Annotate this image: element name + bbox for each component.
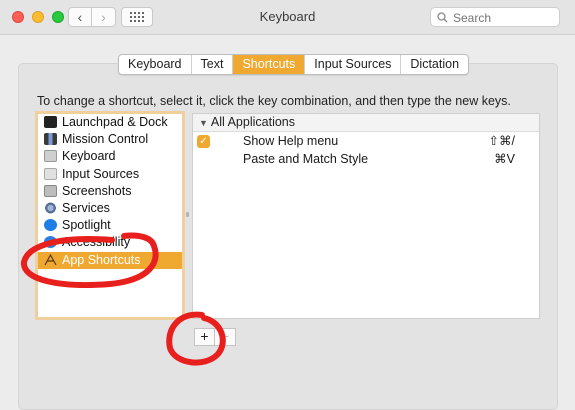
enabled-checkbox[interactable]: ✓ — [197, 135, 210, 148]
instructions-text: To change a shortcut, select it, click t… — [37, 94, 511, 108]
tab-input-sources[interactable]: Input Sources — [305, 55, 402, 74]
category-label: Accessibility — [62, 235, 131, 250]
disclosure-triangle-icon[interactable]: ▼ — [199, 118, 208, 128]
category-input-sources[interactable]: Input Sources — [38, 166, 182, 183]
category-accessibility[interactable]: Accessibility — [38, 234, 182, 251]
accessibility-icon — [44, 236, 57, 249]
mission-control-icon — [44, 133, 57, 146]
add-shortcut-button[interactable]: + — [194, 328, 215, 346]
keyboard-icon — [44, 150, 57, 163]
category-label: Screenshots — [62, 183, 132, 198]
tab-bar: Keyboard Text Shortcuts Input Sources Di… — [118, 54, 470, 75]
category-label: Mission Control — [62, 132, 149, 147]
category-services[interactable]: Services — [38, 200, 182, 217]
category-screenshots[interactable]: Screenshots — [38, 183, 182, 200]
tab-dictation[interactable]: Dictation — [401, 55, 468, 74]
category-label: Spotlight — [62, 218, 111, 233]
tab-shortcuts[interactable]: Shortcuts — [233, 55, 306, 74]
input-sources-icon — [44, 167, 57, 180]
app-shortcuts-icon — [44, 253, 57, 266]
launchpad-icon — [44, 116, 57, 128]
table-row[interactable]: Paste and Match Style ⌘V — [193, 150, 539, 168]
search-input[interactable] — [451, 10, 555, 26]
category-label: Keyboard — [62, 149, 116, 164]
screenshots-icon — [44, 184, 57, 197]
category-mission-control[interactable]: Mission Control — [38, 131, 182, 148]
category-label: Services — [62, 200, 110, 215]
table-row[interactable]: ✓ Show Help menu ⇧⌘/ — [193, 132, 539, 150]
tab-keyboard[interactable]: Keyboard — [119, 55, 192, 74]
group-header-row[interactable]: ▼ All Applications — [193, 114, 539, 132]
group-label: All Applications — [210, 115, 295, 129]
category-keyboard[interactable]: Keyboard — [38, 148, 182, 165]
shortcut-keys[interactable]: ⇧⌘/ — [489, 132, 515, 150]
services-icon — [44, 201, 57, 214]
category-label: App Shortcuts — [62, 252, 141, 267]
search-field[interactable] — [430, 7, 560, 27]
category-app-shortcuts[interactable]: App Shortcuts — [38, 251, 182, 269]
category-label: Input Sources — [62, 166, 140, 181]
remove-shortcut-button[interactable]: − — [215, 328, 236, 346]
shortcut-category-list[interactable]: Launchpad & Dock Mission Control Keyboar… — [35, 111, 185, 320]
spotlight-icon — [44, 219, 57, 232]
title-bar: ‹ › Keyboard — [0, 0, 575, 35]
shortcut-keys[interactable]: ⌘V — [494, 150, 515, 168]
split-view-handle[interactable] — [186, 212, 189, 217]
category-label: Launchpad & Dock — [62, 115, 168, 129]
shortcut-name: Show Help menu — [243, 134, 339, 148]
tab-text[interactable]: Text — [192, 55, 234, 74]
shortcut-name: Paste and Match Style — [243, 152, 369, 166]
category-spotlight[interactable]: Spotlight — [38, 217, 182, 234]
category-launchpad-dock[interactable]: Launchpad & Dock — [38, 114, 182, 131]
shortcuts-table[interactable]: ▼ All Applications ✓ Show Help menu ⇧⌘/ P… — [192, 113, 540, 319]
search-icon — [437, 12, 448, 23]
